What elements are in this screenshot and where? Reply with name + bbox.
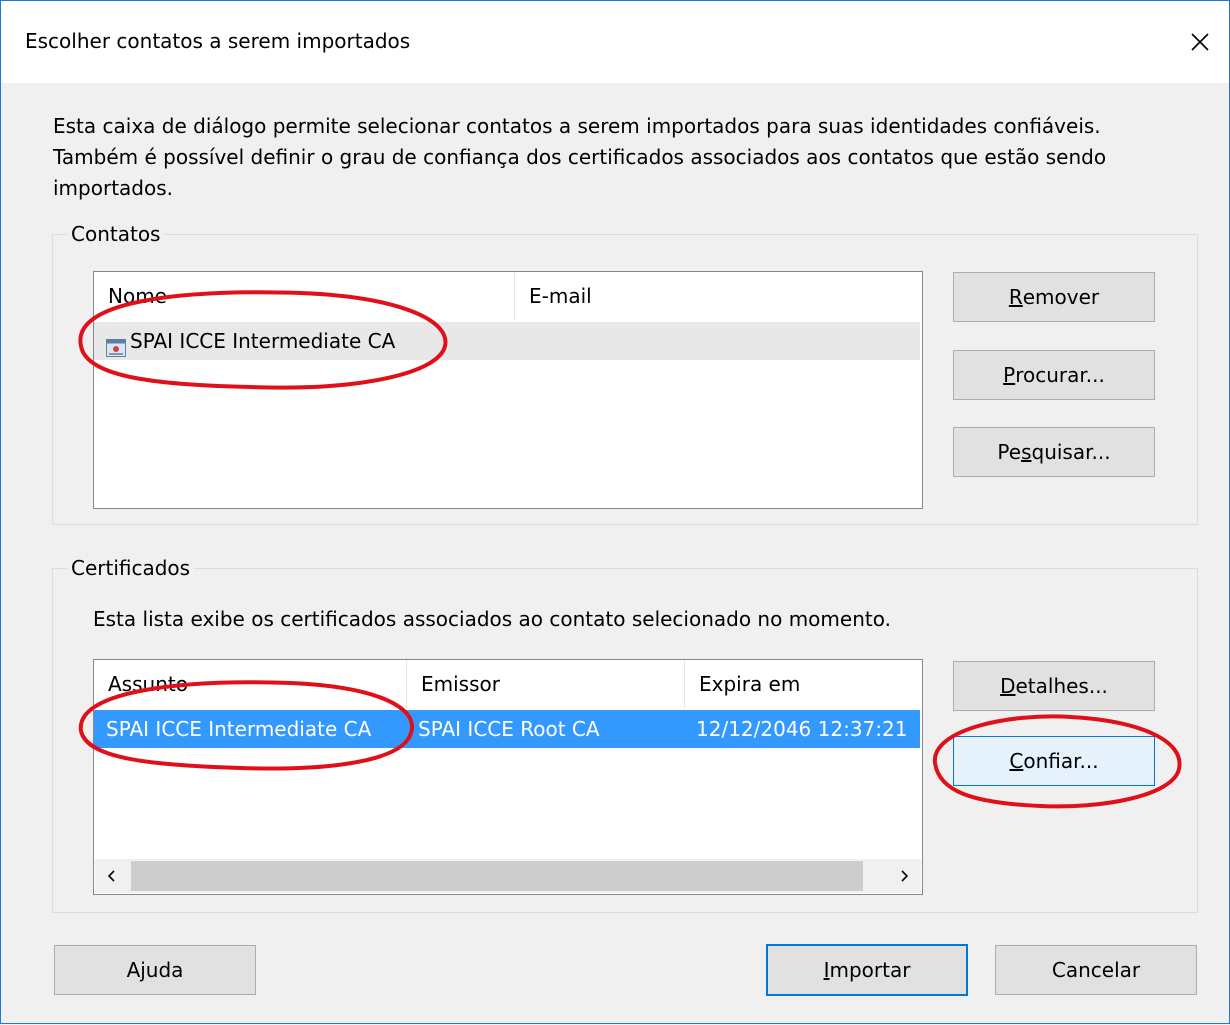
certificate-contact-icon <box>106 331 126 357</box>
scroll-right-button[interactable] <box>887 859 921 893</box>
remove-label: emover <box>1022 285 1100 309</box>
intro-line: importados. <box>53 176 173 200</box>
chevron-right-icon <box>901 870 909 882</box>
import-button[interactable]: Importar <box>766 944 968 996</box>
column-header-issuer[interactable]: Emissor <box>406 660 684 708</box>
remove-button[interactable]: Remover <box>953 272 1155 322</box>
intro-line: Esta caixa de diálogo permite selecionar… <box>53 114 1101 138</box>
browse-mnemonic: P <box>1003 363 1016 387</box>
contact-row[interactable]: SPAI ICCE Intermediate CA <box>94 322 920 360</box>
browse-button[interactable]: Procurar... <box>953 350 1155 400</box>
scroll-left-button[interactable] <box>95 859 129 893</box>
certificate-expires: 12/12/2046 12:37:21 <box>696 717 908 741</box>
intro-line: Também é possível definir o grau de conf… <box>53 145 1107 169</box>
close-button[interactable] <box>1171 1 1229 83</box>
search-label: quisar... <box>1031 440 1111 464</box>
search-mnemonic: s <box>1021 440 1032 464</box>
contacts-list[interactable]: Nome E-mail SPAI ICCE Intermediate CA <box>93 271 923 509</box>
intro-text: Esta caixa de diálogo permite selecionar… <box>53 111 1203 204</box>
details-label: etalhes... <box>1015 674 1108 698</box>
search-label-prefix: Pe <box>997 440 1022 464</box>
scrollbar-thumb[interactable] <box>131 861 863 891</box>
certificates-description: Esta lista exibe os certificados associa… <box>93 607 891 631</box>
trust-label: onfiar... <box>1023 749 1099 773</box>
help-button[interactable]: Ajuda <box>54 945 256 995</box>
chevron-left-icon <box>107 870 115 882</box>
certificates-group-label: Certificados <box>67 555 195 581</box>
remove-mnemonic: R <box>1008 285 1023 309</box>
certificate-row[interactable]: SPAI ICCE Intermediate CA SPAI ICCE Root… <box>94 710 920 748</box>
certificate-issuer: SPAI ICCE Root CA <box>418 717 600 741</box>
column-header-name[interactable]: Nome <box>94 272 514 320</box>
import-label: mportar <box>829 958 911 982</box>
browse-label: rocurar... <box>1015 363 1105 387</box>
contacts-list-header: Nome E-mail <box>94 272 922 320</box>
dialog-window: Escolher contatos a serem importados Est… <box>0 0 1230 1024</box>
certificates-list-header: Assunto Emissor Expira em <box>94 660 922 708</box>
search-button[interactable]: Pe s quisar... <box>953 427 1155 477</box>
trust-mnemonic: C <box>1009 749 1024 773</box>
details-button[interactable]: Detalhes... <box>953 661 1155 711</box>
contact-name: SPAI ICCE Intermediate CA <box>130 329 396 353</box>
trust-button[interactable]: Confiar... <box>953 736 1155 786</box>
column-header-email[interactable]: E-mail <box>514 272 920 320</box>
title-bar: Escolher contatos a serem importados <box>1 1 1229 83</box>
details-mnemonic: D <box>1000 674 1016 698</box>
horizontal-scrollbar[interactable] <box>95 859 921 893</box>
contacts-group-label: Contatos <box>67 221 165 247</box>
cancel-button[interactable]: Cancelar <box>995 945 1197 995</box>
certificates-list[interactable]: Assunto Emissor Expira em SPAI ICCE Inte… <box>93 659 923 895</box>
dialog-title: Escolher contatos a serem importados <box>25 29 411 53</box>
close-icon <box>1191 33 1209 51</box>
certificate-subject: SPAI ICCE Intermediate CA <box>106 717 372 741</box>
column-header-subject[interactable]: Assunto <box>94 660 406 708</box>
column-header-expires[interactable]: Expira em <box>684 660 920 708</box>
